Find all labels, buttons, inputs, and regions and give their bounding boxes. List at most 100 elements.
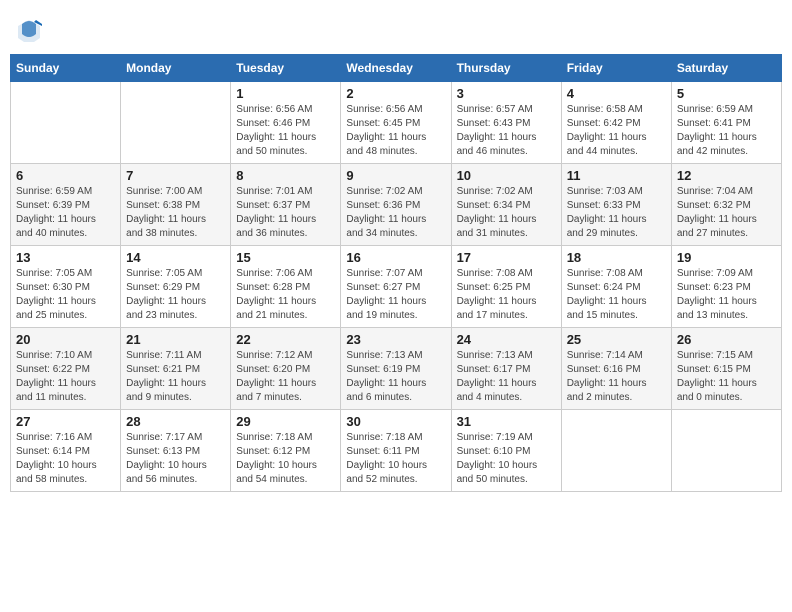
day-number: 5: [677, 86, 776, 101]
day-number: 13: [16, 250, 115, 265]
day-number: 17: [457, 250, 556, 265]
weekday-header: Sunday: [11, 55, 121, 82]
logo: [14, 16, 48, 46]
day-info: Sunrise: 7:09 AM Sunset: 6:23 PM Dayligh…: [677, 267, 776, 323]
calendar-cell: 7Sunrise: 7:00 AM Sunset: 6:38 PM Daylig…: [121, 164, 231, 246]
day-number: 26: [677, 332, 776, 347]
calendar-week-row: 20Sunrise: 7:10 AM Sunset: 6:22 PM Dayli…: [11, 328, 782, 410]
day-number: 14: [126, 250, 225, 265]
day-number: 16: [346, 250, 445, 265]
day-info: Sunrise: 7:07 AM Sunset: 6:27 PM Dayligh…: [346, 267, 445, 323]
weekday-header: Friday: [561, 55, 671, 82]
day-info: Sunrise: 7:18 AM Sunset: 6:12 PM Dayligh…: [236, 431, 335, 487]
day-info: Sunrise: 7:05 AM Sunset: 6:29 PM Dayligh…: [126, 267, 225, 323]
day-info: Sunrise: 7:16 AM Sunset: 6:14 PM Dayligh…: [16, 431, 115, 487]
calendar-cell: 26 Sunrise: 7:15 AM Sunset: 6:15 PM Dayli…: [671, 328, 781, 410]
day-info: Sunrise: 6:56 AM Sunset: 6:46 PM Dayligh…: [236, 103, 335, 159]
day-info: Sunrise: 7:14 AM Sunset: 6:16 PM Dayligh…: [567, 349, 666, 405]
calendar-cell: 8Sunrise: 7:01 AM Sunset: 6:37 PM Daylig…: [231, 164, 341, 246]
day-info: Sunrise: 7:08 AM Sunset: 6:25 PM Dayligh…: [457, 267, 556, 323]
weekday-header: Thursday: [451, 55, 561, 82]
day-number: 27: [16, 414, 115, 429]
calendar-week-row: 13 Sunrise: 7:05 AM Sunset: 6:30 PM Dayli…: [11, 246, 782, 328]
day-info: Sunrise: 7:02 AM Sunset: 6:34 PM Dayligh…: [457, 185, 556, 241]
day-info: Sunrise: 6:58 AM Sunset: 6:42 PM Dayligh…: [567, 103, 666, 159]
day-info: Sunrise: 7:15 AM Sunset: 6:15 PM Dayligh…: [677, 349, 776, 405]
day-number: 21: [126, 332, 225, 347]
day-number: 11: [567, 168, 666, 183]
day-number: 8: [236, 168, 335, 183]
calendar-body: 1 Sunrise: 6:56 AM Sunset: 6:46 PM Daylig…: [11, 82, 782, 492]
weekday-header: Monday: [121, 55, 231, 82]
calendar-cell: 15 Sunrise: 7:06 AM Sunset: 6:28 PM Dayli…: [231, 246, 341, 328]
day-info: Sunrise: 7:03 AM Sunset: 6:33 PM Dayligh…: [567, 185, 666, 241]
day-number: 23: [346, 332, 445, 347]
day-number: 2: [346, 86, 445, 101]
day-number: 25: [567, 332, 666, 347]
calendar-cell: 21 Sunrise: 7:11 AM Sunset: 6:21 PM Dayli…: [121, 328, 231, 410]
day-info: Sunrise: 7:04 AM Sunset: 6:32 PM Dayligh…: [677, 185, 776, 241]
calendar-cell: 20Sunrise: 7:10 AM Sunset: 6:22 PM Dayli…: [11, 328, 121, 410]
calendar-week-row: 6 Sunrise: 6:59 AM Sunset: 6:39 PM Daylig…: [11, 164, 782, 246]
day-number: 19: [677, 250, 776, 265]
calendar-cell: 25 Sunrise: 7:14 AM Sunset: 6:16 PM Dayli…: [561, 328, 671, 410]
day-number: 18: [567, 250, 666, 265]
day-info: Sunrise: 7:08 AM Sunset: 6:24 PM Dayligh…: [567, 267, 666, 323]
day-number: 15: [236, 250, 335, 265]
calendar-cell: 11 Sunrise: 7:03 AM Sunset: 6:33 PM Dayli…: [561, 164, 671, 246]
weekday-row: SundayMondayTuesdayWednesdayThursdayFrid…: [11, 55, 782, 82]
day-number: 12: [677, 168, 776, 183]
calendar-cell: [671, 410, 781, 492]
weekday-header: Saturday: [671, 55, 781, 82]
day-number: 22: [236, 332, 335, 347]
day-number: 10: [457, 168, 556, 183]
day-info: Sunrise: 6:56 AM Sunset: 6:45 PM Dayligh…: [346, 103, 445, 159]
calendar-cell: 3 Sunrise: 6:57 AM Sunset: 6:43 PM Daylig…: [451, 82, 561, 164]
day-info: Sunrise: 7:02 AM Sunset: 6:36 PM Dayligh…: [346, 185, 445, 241]
calendar-cell: 29 Sunrise: 7:18 AM Sunset: 6:12 PM Dayli…: [231, 410, 341, 492]
calendar-week-row: 1 Sunrise: 6:56 AM Sunset: 6:46 PM Daylig…: [11, 82, 782, 164]
calendar-cell: 22 Sunrise: 7:12 AM Sunset: 6:20 PM Dayli…: [231, 328, 341, 410]
day-number: 7: [126, 168, 225, 183]
day-info: Sunrise: 7:17 AM Sunset: 6:13 PM Dayligh…: [126, 431, 225, 487]
calendar-header: SundayMondayTuesdayWednesdayThursdayFrid…: [11, 55, 782, 82]
calendar-cell: 12 Sunrise: 7:04 AM Sunset: 6:32 PM Dayli…: [671, 164, 781, 246]
day-info: Sunrise: 7:18 AM Sunset: 6:11 PM Dayligh…: [346, 431, 445, 487]
day-number: 3: [457, 86, 556, 101]
calendar-cell: 2 Sunrise: 6:56 AM Sunset: 6:45 PM Daylig…: [341, 82, 451, 164]
day-info: Sunrise: 6:57 AM Sunset: 6:43 PM Dayligh…: [457, 103, 556, 159]
day-number: 9: [346, 168, 445, 183]
day-info: Sunrise: 7:11 AM Sunset: 6:21 PM Dayligh…: [126, 349, 225, 405]
calendar-cell: 24Sunrise: 7:13 AM Sunset: 6:17 PM Dayli…: [451, 328, 561, 410]
page-header: [10, 10, 782, 46]
day-number: 30: [346, 414, 445, 429]
day-number: 4: [567, 86, 666, 101]
day-info: Sunrise: 7:10 AM Sunset: 6:22 PM Dayligh…: [16, 349, 115, 405]
calendar-cell: 27 Sunrise: 7:16 AM Sunset: 6:14 PM Dayli…: [11, 410, 121, 492]
calendar-cell: 13 Sunrise: 7:05 AM Sunset: 6:30 PM Dayli…: [11, 246, 121, 328]
day-info: Sunrise: 7:19 AM Sunset: 6:10 PM Dayligh…: [457, 431, 556, 487]
day-info: Sunrise: 6:59 AM Sunset: 6:41 PM Dayligh…: [677, 103, 776, 159]
calendar-cell: 9 Sunrise: 7:02 AM Sunset: 6:36 PM Daylig…: [341, 164, 451, 246]
calendar-cell: 5 Sunrise: 6:59 AM Sunset: 6:41 PM Daylig…: [671, 82, 781, 164]
day-number: 1: [236, 86, 335, 101]
day-info: Sunrise: 7:12 AM Sunset: 6:20 PM Dayligh…: [236, 349, 335, 405]
day-number: 28: [126, 414, 225, 429]
calendar-cell: 14 Sunrise: 7:05 AM Sunset: 6:29 PM Dayli…: [121, 246, 231, 328]
day-number: 31: [457, 414, 556, 429]
calendar-cell: 28 Sunrise: 7:17 AM Sunset: 6:13 PM Dayli…: [121, 410, 231, 492]
day-number: 6: [16, 168, 115, 183]
calendar-cell: 18 Sunrise: 7:08 AM Sunset: 6:24 PM Dayli…: [561, 246, 671, 328]
calendar-cell: [561, 410, 671, 492]
calendar-cell: 16 Sunrise: 7:07 AM Sunset: 6:27 PM Dayli…: [341, 246, 451, 328]
logo-icon: [14, 16, 44, 46]
day-info: Sunrise: 6:59 AM Sunset: 6:39 PM Dayligh…: [16, 185, 115, 241]
day-info: Sunrise: 7:05 AM Sunset: 6:30 PM Dayligh…: [16, 267, 115, 323]
calendar-cell: 4 Sunrise: 6:58 AM Sunset: 6:42 PM Daylig…: [561, 82, 671, 164]
calendar-week-row: 27 Sunrise: 7:16 AM Sunset: 6:14 PM Dayli…: [11, 410, 782, 492]
calendar-cell: 31 Sunrise: 7:19 AM Sunset: 6:10 PM Dayli…: [451, 410, 561, 492]
day-info: Sunrise: 7:06 AM Sunset: 6:28 PM Dayligh…: [236, 267, 335, 323]
calendar-cell: 10 Sunrise: 7:02 AM Sunset: 6:34 PM Dayli…: [451, 164, 561, 246]
calendar-cell: 6 Sunrise: 6:59 AM Sunset: 6:39 PM Daylig…: [11, 164, 121, 246]
day-number: 29: [236, 414, 335, 429]
